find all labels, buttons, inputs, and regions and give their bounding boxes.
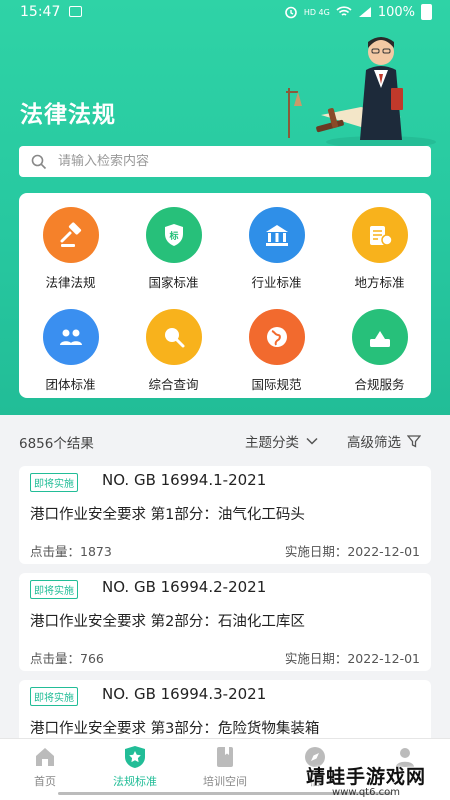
category-item[interactable]: 地方标准	[328, 207, 431, 291]
tab-label: 培训空间	[203, 775, 247, 788]
category-item[interactable]: 合规服务	[328, 309, 431, 393]
category-label: 行业标准	[251, 275, 302, 290]
click-count: 点击量：1873	[30, 544, 112, 559]
effective-date: 实施日期：2022-12-01	[284, 544, 420, 559]
network-indicators: HD 4G	[303, 7, 330, 17]
home-icon	[36, 748, 54, 766]
result-card[interactable]: 即将实施 NO. GB 16994.2-2021 港口作业安全要求 第2部分：石油化…	[19, 573, 431, 671]
gallery-notification-icon	[69, 6, 82, 17]
wifi-icon	[336, 6, 352, 16]
alarm-icon	[285, 6, 297, 19]
svg-text:标: 标	[168, 230, 178, 242]
category-panel: 法律法规标国家标准 行业标准 地方标准 团体标准 综合查询 国际规范 合规服务	[19, 193, 431, 398]
standard-number: NO. GB 16994.2-2021	[102, 578, 267, 596]
search-input[interactable]	[58, 154, 398, 169]
tab-item[interactable]: 法规标准	[90, 739, 180, 800]
search-icon	[31, 154, 47, 169]
service-box-icon	[369, 331, 390, 347]
page-title: 法律法规	[20, 102, 116, 128]
category-circle	[42, 309, 99, 365]
book-icon	[217, 747, 233, 767]
result-card[interactable]: 即将实施 NO. GB 16994.1-2021 港口作业安全要求 第1部分：油气化…	[19, 466, 431, 564]
category-item[interactable]: 标国家标准	[122, 207, 225, 291]
search-bar[interactable]	[19, 146, 431, 177]
star-shield-icon	[125, 746, 145, 768]
topic-filter-label: 主题分类	[245, 435, 299, 451]
map-pin-icon	[369, 226, 393, 246]
tab-item[interactable]: 培训空间	[180, 739, 270, 800]
chevron-down-icon	[306, 437, 318, 445]
standard-title: 港口作业安全要求 第1部分：油气化工码头	[30, 507, 305, 523]
status-badge: 即将实施	[30, 687, 78, 706]
group-icon	[59, 329, 82, 345]
category-circle	[248, 309, 305, 365]
category-item[interactable]: 综合查询	[122, 309, 225, 393]
globe-icon	[266, 327, 287, 347]
status-time: 15:47	[20, 4, 61, 20]
category-label: 合规服务	[354, 377, 405, 392]
standard-title: 港口作业安全要求 第3部分：危险货物集装箱	[30, 721, 320, 737]
shield-standard-icon: 标	[164, 224, 183, 246]
category-circle	[248, 207, 305, 263]
standard-number: NO. GB 16994.1-2021	[102, 471, 267, 489]
status-bar: 15:47 HD 4G 100%	[0, 0, 450, 26]
battery-icon	[421, 4, 432, 20]
category-label: 国家标准	[148, 275, 199, 290]
category-item[interactable]: 行业标准	[225, 207, 328, 291]
category-label: 团体标准	[45, 377, 96, 392]
status-right: HD 4G 100%	[284, 4, 432, 20]
category-circle	[351, 207, 408, 263]
status-badge: 即将实施	[30, 473, 78, 492]
battery-percent: 100%	[377, 4, 415, 20]
advanced-filter-button[interactable]: 高级筛选	[347, 431, 421, 451]
category-label: 地方标准	[354, 275, 405, 290]
magnifier-icon	[164, 328, 184, 348]
lawyer-illustration	[286, 37, 436, 148]
tab-label: 法规标准	[113, 775, 157, 788]
category-label: 国际规范	[251, 377, 302, 392]
gavel-icon	[60, 222, 81, 247]
funnel-icon	[407, 435, 421, 448]
category-label: 综合查询	[148, 377, 199, 392]
tab-item[interactable]: 首页	[0, 739, 90, 800]
effective-date: 实施日期：2022-12-01	[284, 651, 420, 666]
status-badge: 即将实施	[30, 580, 78, 599]
category-circle: 标	[145, 207, 202, 263]
results-bar: 6856个结果 主题分类 高级筛选	[0, 420, 450, 460]
watermark-title: 靖蛙手游戏网	[306, 766, 427, 788]
building-icon	[265, 225, 288, 246]
standard-number: NO. GB 16994.3-2021	[102, 685, 267, 703]
standard-title: 港口作业安全要求 第2部分：石油化工库区	[30, 614, 305, 630]
results-count: 6856个结果	[19, 436, 94, 452]
click-count: 点击量：766	[30, 651, 104, 666]
topic-filter-button[interactable]: 主题分类	[245, 431, 319, 451]
category-circle	[42, 207, 99, 263]
tab-label: 首页	[34, 775, 56, 788]
signal-icon	[358, 7, 371, 17]
category-circle	[351, 309, 408, 365]
category-grid: 法律法规标国家标准 行业标准 地方标准 团体标准 综合查询 国际规范 合规服务	[19, 207, 431, 393]
watermark: 靖蛙手游戏网 www.qt6.com	[306, 762, 426, 798]
advanced-filter-label: 高级筛选	[347, 435, 401, 451]
category-item[interactable]: 团体标准	[19, 309, 122, 393]
category-circle	[145, 309, 202, 365]
category-label: 法律法规	[45, 275, 96, 290]
category-item[interactable]: 法律法规	[19, 207, 122, 291]
category-item[interactable]: 国际规范	[225, 309, 328, 393]
